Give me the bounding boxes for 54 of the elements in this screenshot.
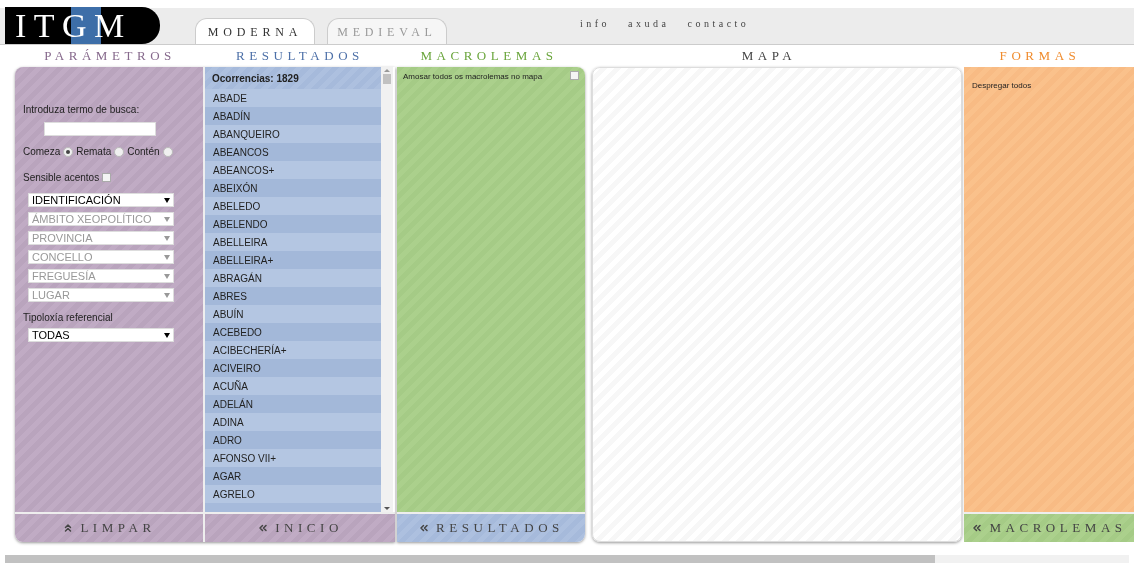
section-title: RESULTADOS: [236, 47, 364, 66]
result-item[interactable]: AFONSO VII+: [205, 449, 381, 467]
radio-label: Comeza: [23, 145, 61, 159]
nav-button[interactable]: INICIO: [205, 514, 395, 542]
checkbox[interactable]: [570, 71, 579, 80]
section-title: FORMAS: [999, 47, 1081, 66]
radio-button[interactable]: [114, 146, 125, 157]
double-chevron-left-icon: [418, 522, 431, 534]
section-title: MACROLEMAS: [420, 47, 558, 66]
section-title: PARÁMETROS: [44, 47, 176, 66]
checkbox[interactable]: [102, 173, 112, 182]
nav-link[interactable]: axuda: [628, 16, 670, 31]
search-label: Introduza termo de busca:: [23, 103, 141, 117]
caret-icon: [164, 216, 170, 222]
radio-button[interactable]: [63, 146, 74, 157]
caret-icon: [164, 235, 170, 241]
result-item[interactable]: ABEANCOS+: [205, 161, 381, 179]
result-item[interactable]: ACUÑA: [205, 377, 381, 395]
result-item[interactable]: ABELEDO: [205, 197, 381, 215]
show-all-label: Amosar todos os macrolemas no mapa: [403, 71, 543, 83]
caret-icon: [164, 332, 170, 338]
nav-button[interactable]: RESULTADOS: [397, 514, 585, 542]
caret-icon: [164, 292, 170, 298]
caret-icon: [164, 254, 170, 260]
results-count: Ocorrencias: 1829: [205, 67, 381, 89]
result-item[interactable]: ADINA: [205, 413, 381, 431]
typology-label: Tipoloxía referencial: [23, 311, 114, 325]
caret-icon: [164, 197, 170, 203]
dropdown[interactable]: IDENTIFICACIÓN: [28, 193, 174, 207]
nav-button[interactable]: LIMPAR: [15, 514, 203, 542]
result-item[interactable]: ABELLEIRA: [205, 233, 381, 251]
tab[interactable]: MODERNA: [195, 18, 315, 44]
double-chevron-left-icon: [971, 522, 984, 534]
radio-label: Contén: [127, 145, 160, 159]
dropdown[interactable]: TODAS: [28, 328, 174, 342]
double-chevron-left-icon: [257, 522, 270, 534]
result-item[interactable]: ABUÍN: [205, 305, 381, 323]
expand-all-link[interactable]: Despregar todos: [972, 81, 1032, 90]
result-item[interactable]: ACIBECHERÍA+: [205, 341, 381, 359]
section-title: MAPA: [741, 47, 797, 66]
scrollbar[interactable]: [381, 67, 393, 512]
caret-icon: [164, 273, 170, 279]
horizontal-scrollbar[interactable]: [5, 555, 1129, 563]
nav-button[interactable]: MACROLEMAS: [964, 514, 1134, 542]
nav-link[interactable]: info: [580, 16, 611, 31]
result-item[interactable]: ABADE: [205, 89, 381, 107]
checkbox-label: Sensible acentos: [23, 171, 100, 185]
result-item[interactable]: AGRELO: [205, 485, 381, 503]
radio-label: Remata: [76, 145, 112, 159]
result-item[interactable]: ABANQUEIRO: [205, 125, 381, 143]
result-item[interactable]: ABRAGÁN: [205, 269, 381, 287]
radio-button[interactable]: [162, 146, 173, 157]
nav-link[interactable]: contacto: [687, 16, 750, 31]
search-field[interactable]: [44, 122, 156, 136]
